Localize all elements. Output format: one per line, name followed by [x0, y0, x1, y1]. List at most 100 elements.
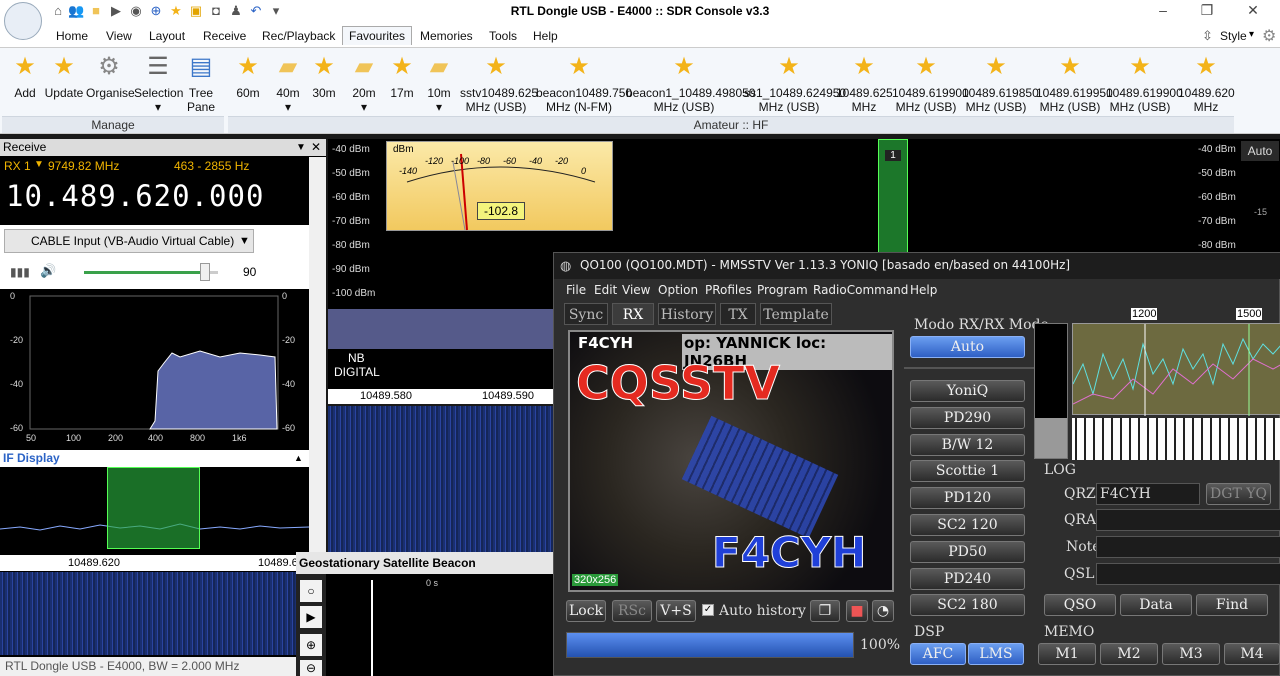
mmsstv-tab[interactable]: RX	[612, 303, 654, 325]
favourite-item[interactable]: ★ 10489.619900 MHz (USB)	[892, 54, 969, 115]
update-favourite-button[interactable]: ★ Update	[44, 54, 84, 101]
auto-history-checkbox[interactable]: ✓	[702, 604, 714, 616]
lock-button[interactable]: Lock	[566, 600, 606, 622]
memo-m4-button[interactable]: M4	[1224, 643, 1280, 665]
mode-button[interactable]: PD290	[910, 406, 1025, 429]
style-icon[interactable]: ⇳	[1202, 28, 1213, 44]
find-button[interactable]: Find	[1196, 594, 1268, 616]
panel-menu-icon[interactable]: ▼	[296, 139, 306, 156]
mmsstv-menu-item[interactable]: Help	[910, 283, 937, 297]
volume-slider[interactable]	[84, 271, 218, 274]
maximize-button[interactable]: ❐	[1192, 2, 1222, 22]
organise-button[interactable]: ⚙ Organise	[86, 54, 135, 101]
mode-button[interactable]: YoniQ	[910, 380, 1025, 402]
frequency-scope[interactable]	[1072, 323, 1280, 416]
copy-image-icon[interactable]: ❐	[810, 600, 840, 622]
zoom-out-icon[interactable]: ⊖	[300, 660, 322, 676]
tab-favourites[interactable]: Favourites	[342, 26, 413, 45]
tab-help[interactable]: Help	[533, 29, 558, 43]
lms-button[interactable]: LMS	[968, 643, 1024, 665]
mmsstv-menu-item[interactable]: View	[622, 283, 650, 297]
mmsstv-tab[interactable]: TX	[720, 303, 756, 325]
settings-icon[interactable]: ◔	[872, 600, 894, 622]
memo-m2-button[interactable]: M2	[1100, 643, 1158, 665]
tab-rec-playback[interactable]: Rec/Playback	[262, 29, 335, 43]
dgt-button[interactable]: DGT YQ	[1206, 483, 1271, 505]
tab-receive[interactable]: Receive	[203, 29, 246, 43]
mmsstv-tab[interactable]: Template	[760, 303, 832, 325]
favourite-item[interactable]: ★ ss1_10489.624950 MHz (USB)	[744, 54, 846, 115]
favourite-item[interactable]: ★ beacon1_10489.498050 MHz (USB)	[626, 54, 755, 115]
favourite-item[interactable]: ▰ 10m ▾	[424, 54, 454, 115]
mmsstv-menu-item[interactable]: File	[566, 283, 586, 297]
tree-pane-button[interactable]: ▤ Tree Pane	[186, 54, 216, 115]
minimize-button[interactable]: –	[1148, 2, 1178, 22]
nb-label[interactable]: NB	[348, 351, 365, 365]
mode-button[interactable]: SC2 120	[910, 514, 1025, 536]
mode-button[interactable]: B/W 12	[910, 433, 1025, 456]
volume-slider-thumb[interactable]	[199, 263, 210, 281]
app-logo-icon[interactable]	[4, 2, 42, 40]
data-button[interactable]: Data	[1120, 594, 1192, 616]
circle-icon[interactable]: ○	[300, 580, 322, 602]
digital-label[interactable]: DIGITAL	[334, 365, 380, 379]
rx-dropdown-icon[interactable]: ▼	[34, 159, 44, 170]
mmsstv-menu-item[interactable]: PRofiles	[705, 283, 752, 297]
favourite-item[interactable]: ★ 30m	[310, 54, 338, 101]
rx-label[interactable]: RX 1	[4, 159, 31, 173]
favourite-item[interactable]: ★ 10489.619850 MHz (USB)	[962, 54, 1039, 115]
qra-field[interactable]	[1096, 509, 1280, 531]
panel-close-icon[interactable]: ✕	[311, 139, 321, 156]
mode-button[interactable]: PD240	[910, 567, 1025, 590]
tab-home[interactable]: Home	[56, 29, 88, 43]
favourite-item[interactable]: ★ 17m	[388, 54, 416, 101]
mode-auto-button[interactable]: Auto	[910, 336, 1025, 358]
vs-button[interactable]: V+S	[656, 600, 696, 622]
signal-bars-icon[interactable]: ▮▮▮	[10, 265, 30, 279]
tab-layout[interactable]: Layout	[149, 29, 185, 43]
tab-view[interactable]: View	[106, 29, 132, 43]
favourite-item[interactable]: ★ beacon10489.750 MHz (N-FM)	[536, 54, 632, 115]
style-dropdown-icon[interactable]: ▾	[1249, 29, 1254, 40]
add-favourite-button[interactable]: ★ Add	[10, 54, 40, 101]
settings-gear-icon[interactable]: ⚙	[1262, 26, 1276, 46]
qsl-field[interactable]	[1096, 563, 1280, 585]
mmsstv-tab[interactable]: History	[658, 303, 716, 325]
selection-button[interactable]: ☰ Selection ▾	[134, 54, 183, 115]
frequency-display[interactable]: 10.489.620.000	[6, 179, 264, 213]
style-menu[interactable]: Style	[1220, 29, 1247, 43]
audio-input-select[interactable]: CABLE Input (VB-Audio Virtual Cable) ▼	[4, 229, 254, 253]
favourite-item[interactable]: ▰ 40m ▾	[270, 54, 306, 115]
if-passband[interactable]	[107, 467, 200, 549]
play-icon[interactable]: ▶	[300, 606, 322, 628]
signal-marker[interactable]: 1	[878, 139, 908, 259]
mode-button[interactable]: PD50	[910, 540, 1025, 563]
mmsstv-tab[interactable]: Sync	[564, 303, 608, 325]
memo-m1-button[interactable]: M1	[1038, 643, 1096, 665]
color-palette-icon[interactable]: ■	[846, 600, 868, 622]
tab-memories[interactable]: Memories	[420, 29, 473, 43]
close-button[interactable]: ✕	[1238, 2, 1268, 22]
mmsstv-menu-item[interactable]: Option	[658, 283, 698, 297]
mode-button[interactable]: PD120	[910, 487, 1025, 510]
scrollbar[interactable]	[309, 157, 326, 559]
qso-button[interactable]: QSO	[1044, 594, 1116, 616]
note-field[interactable]	[1096, 536, 1280, 558]
speaker-icon[interactable]: 🔊	[40, 263, 56, 279]
favourite-item[interactable]: ★ sstv10489.625 MHz (USB)	[460, 54, 538, 115]
favourite-item[interactable]: ★ 10489.619950 MHz (USB)	[1036, 54, 1113, 115]
memo-m3-button[interactable]: M3	[1162, 643, 1220, 665]
favourite-item[interactable]: ▰ 20m ▾	[346, 54, 382, 115]
collapse-icon[interactable]: ▲	[294, 450, 303, 467]
zoom-in-icon[interactable]: ⊕	[300, 634, 322, 656]
auto-button[interactable]: Auto	[1241, 141, 1279, 161]
mmsstv-menu-item[interactable]: Edit	[594, 283, 617, 297]
rsc-button[interactable]: RSc	[612, 600, 652, 622]
mode-button[interactable]: SC2 180	[910, 594, 1025, 617]
mmsstv-menu-item[interactable]: RadioCommand	[813, 283, 908, 297]
favourite-item[interactable]: ★ 10489.619900 MHz (USB)	[1106, 54, 1183, 115]
if-display[interactable]	[0, 467, 310, 555]
tab-tools[interactable]: Tools	[489, 29, 517, 43]
mode-button[interactable]: Scottie 1	[910, 460, 1025, 483]
qrz-field[interactable]: F4CYH	[1096, 483, 1200, 505]
